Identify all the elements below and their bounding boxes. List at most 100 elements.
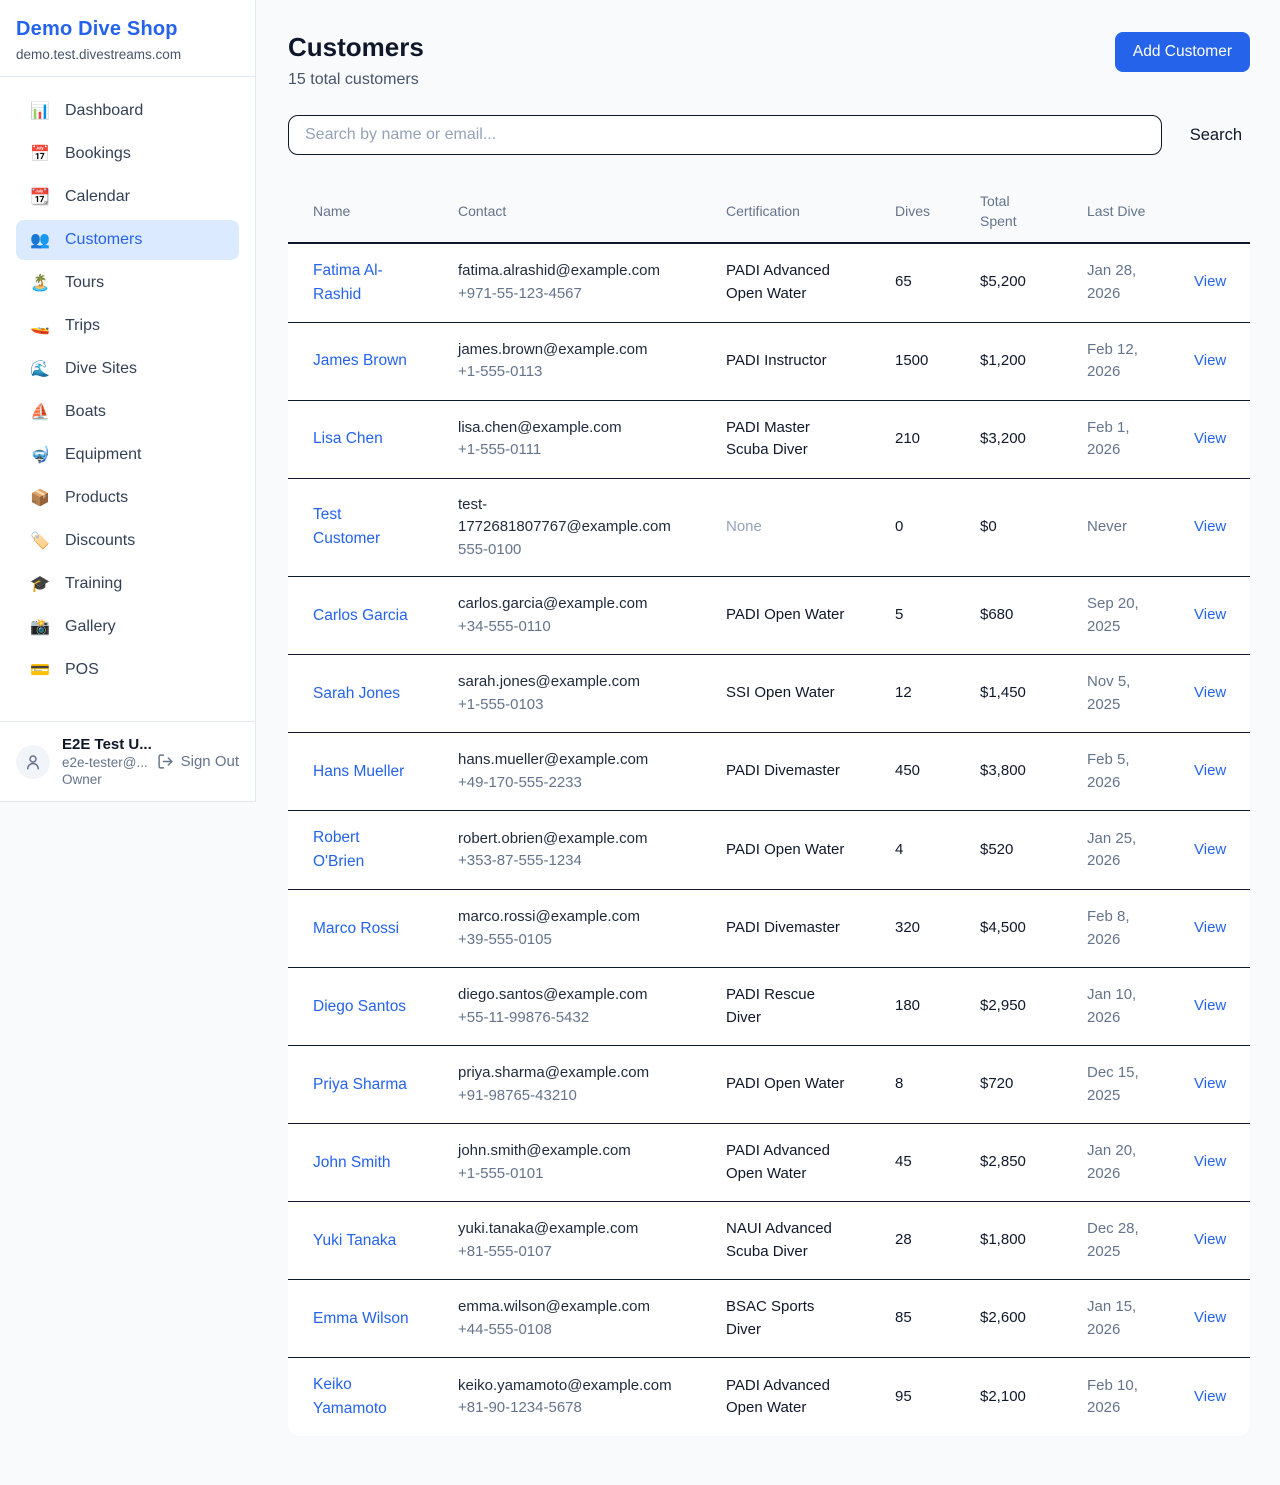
- avatar: [16, 745, 50, 779]
- sidebar-item-bookings[interactable]: 📅 Bookings: [16, 134, 239, 174]
- sidebar-item-label: Training: [65, 575, 122, 593]
- view-customer-link[interactable]: View: [1194, 919, 1226, 936]
- view-customer-link[interactable]: View: [1194, 841, 1226, 858]
- search-button[interactable]: Search: [1190, 126, 1242, 145]
- brand-name[interactable]: Demo Dive Shop: [16, 18, 239, 41]
- customer-name-link[interactable]: Lisa Chen: [313, 427, 383, 451]
- customer-email: emma.wilson@example.com: [458, 1296, 676, 1319]
- customer-name-link[interactable]: Robert O'Brien: [313, 826, 409, 874]
- sidebar-item-boats[interactable]: ⛵ Boats: [16, 392, 239, 432]
- customer-total-spent: $3,800: [980, 762, 1026, 779]
- sidebar-item-label: Customers: [65, 231, 142, 249]
- view-customer-link[interactable]: View: [1194, 1388, 1226, 1405]
- sidebar-item-trips[interactable]: 🚤 Trips: [16, 306, 239, 346]
- customer-email: sarah.jones@example.com: [458, 671, 676, 694]
- table-row: Keiko Yamamoto keiko.yamamoto@example.co…: [288, 1358, 1250, 1436]
- sidebar-item-customers[interactable]: 👥 Customers: [16, 220, 239, 260]
- view-customer-link[interactable]: View: [1194, 1231, 1226, 1248]
- view-customer-link[interactable]: View: [1194, 430, 1226, 447]
- customer-name-link[interactable]: Priya Sharma: [313, 1073, 407, 1097]
- customer-phone: +91-98765-43210: [458, 1085, 714, 1108]
- view-customer-link[interactable]: View: [1194, 352, 1226, 369]
- customer-name-link[interactable]: Diego Santos: [313, 995, 406, 1019]
- column-header-contact: Contact: [458, 191, 726, 231]
- sidebar-item-equipment[interactable]: 🤿 Equipment: [16, 435, 239, 475]
- customer-name-link[interactable]: Yuki Tanaka: [313, 1229, 396, 1253]
- user-role: Owner: [62, 772, 145, 787]
- dashboard-icon: 📊: [30, 101, 50, 121]
- customer-dives: 1500: [895, 352, 928, 369]
- customers-table: NameContactCertificationDivesTotal Spent…: [288, 181, 1250, 1436]
- sidebar-item-products[interactable]: 📦 Products: [16, 478, 239, 518]
- customer-email: fatima.alrashid@example.com: [458, 260, 676, 283]
- customer-name-link[interactable]: Carlos Garcia: [313, 604, 408, 628]
- view-customer-link[interactable]: View: [1194, 1075, 1226, 1092]
- customer-email: hans.mueller@example.com: [458, 749, 676, 772]
- sidebar-item-label: Gallery: [65, 618, 116, 636]
- customer-name-link[interactable]: Test Customer: [313, 503, 409, 551]
- sidebar-item-tours[interactable]: 🏝️ Tours: [16, 263, 239, 303]
- brand-block: Demo Dive Shop demo.test.divestreams.com: [0, 0, 255, 77]
- pos-icon: 💳: [30, 660, 50, 680]
- customer-name-link[interactable]: John Smith: [313, 1151, 391, 1175]
- table-row: Fatima Al-Rashid fatima.alrashid@example…: [288, 244, 1250, 323]
- customer-total-spent: $3,200: [980, 430, 1026, 447]
- sidebar-item-training[interactable]: 🎓 Training: [16, 564, 239, 604]
- table-row: Priya Sharma priya.sharma@example.com +9…: [288, 1046, 1250, 1124]
- customer-name-link[interactable]: Keiko Yamamoto: [313, 1373, 409, 1421]
- view-customer-link[interactable]: View: [1194, 1309, 1226, 1326]
- customer-name-link[interactable]: Marco Rossi: [313, 917, 399, 941]
- view-customer-link[interactable]: View: [1194, 762, 1226, 779]
- customer-dives: 85: [895, 1309, 912, 1326]
- customer-phone: +44-555-0108: [458, 1319, 714, 1342]
- customer-name-link[interactable]: Fatima Al-Rashid: [313, 259, 409, 307]
- view-customer-link[interactable]: View: [1194, 1153, 1226, 1170]
- customer-phone: +81-90-1234-5678: [458, 1397, 714, 1420]
- table-header-row: NameContactCertificationDivesTotal Spent…: [288, 181, 1250, 244]
- table-row: James Brown james.brown@example.com +1-5…: [288, 323, 1250, 401]
- customer-dives: 8: [895, 1075, 903, 1092]
- customer-certification: PADI Instructor: [726, 350, 827, 373]
- sidebar-item-dashboard[interactable]: 📊 Dashboard: [16, 91, 239, 131]
- column-header-dives: Dives: [895, 191, 980, 231]
- table-row: Emma Wilson emma.wilson@example.com +44-…: [288, 1280, 1250, 1358]
- customer-certification: PADI Advanced Open Water: [726, 260, 848, 305]
- customer-total-spent: $2,950: [980, 997, 1026, 1014]
- customer-phone: +34-555-0110: [458, 616, 714, 639]
- customer-certification: PADI Divemaster: [726, 917, 840, 940]
- customer-email: diego.santos@example.com: [458, 984, 676, 1007]
- bookings-icon: 📅: [30, 144, 50, 164]
- customer-total-spent: $4,500: [980, 919, 1026, 936]
- sidebar-item-pos[interactable]: 💳 POS: [16, 650, 239, 690]
- sidebar-item-label: Dashboard: [65, 102, 143, 120]
- customer-name-link[interactable]: Hans Mueller: [313, 760, 404, 784]
- customer-total-spent: $2,850: [980, 1153, 1026, 1170]
- sidebar-item-discounts[interactable]: 🏷️ Discounts: [16, 521, 239, 561]
- customer-dives: 210: [895, 430, 920, 447]
- add-customer-button[interactable]: Add Customer: [1115, 32, 1250, 72]
- view-customer-link[interactable]: View: [1194, 997, 1226, 1014]
- customer-dives: 320: [895, 919, 920, 936]
- view-customer-link[interactable]: View: [1194, 606, 1226, 623]
- customer-name-link[interactable]: James Brown: [313, 349, 407, 373]
- customer-phone: +1-555-0103: [458, 694, 714, 717]
- view-customer-link[interactable]: View: [1194, 518, 1226, 535]
- customer-certification: PADI Rescue Diver: [726, 984, 848, 1029]
- user-name: E2E Test U...: [62, 736, 145, 753]
- sidebar-item-calendar[interactable]: 📆 Calendar: [16, 177, 239, 217]
- sign-out-button[interactable]: Sign Out: [157, 753, 239, 770]
- sidebar-user-footer: E2E Test U... e2e-tester@... Owner Sign …: [0, 721, 255, 801]
- view-customer-link[interactable]: View: [1194, 684, 1226, 701]
- search-input[interactable]: [288, 115, 1162, 155]
- discounts-icon: 🏷️: [30, 531, 50, 551]
- customer-email: priya.sharma@example.com: [458, 1062, 676, 1085]
- customer-dives: 450: [895, 762, 920, 779]
- customer-last-dive: Feb 10, 2026: [1087, 1375, 1147, 1420]
- view-customer-link[interactable]: View: [1194, 273, 1226, 290]
- sidebar-item-label: Discounts: [65, 532, 135, 550]
- customer-certification: None: [726, 516, 762, 539]
- sidebar-item-gallery[interactable]: 📸 Gallery: [16, 607, 239, 647]
- customer-name-link[interactable]: Sarah Jones: [313, 682, 400, 706]
- sidebar-item-dive-sites[interactable]: 🌊 Dive Sites: [16, 349, 239, 389]
- customer-name-link[interactable]: Emma Wilson: [313, 1307, 409, 1331]
